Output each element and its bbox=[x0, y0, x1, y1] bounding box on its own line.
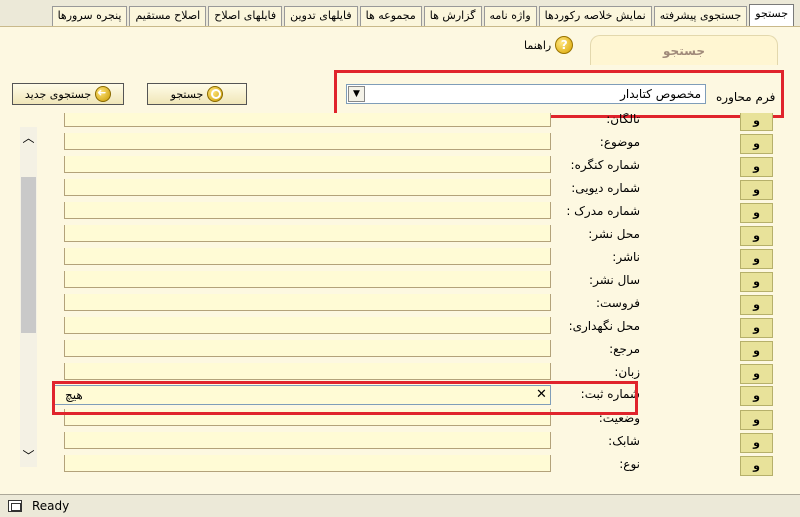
field-row: شماره کنگره: و bbox=[0, 156, 800, 179]
field-label: محل نشر: bbox=[588, 227, 640, 241]
field-input[interactable] bbox=[64, 271, 551, 288]
operator-button[interactable]: و bbox=[740, 456, 773, 476]
field-row: شابک: و bbox=[0, 432, 800, 455]
status-text: Ready bbox=[32, 499, 70, 513]
tab-compile-files[interactable]: فایلهای تدوین bbox=[284, 6, 358, 26]
clear-icon[interactable]: ✕ bbox=[536, 387, 547, 402]
field-input[interactable] bbox=[64, 248, 551, 265]
field-label: سال نشر: bbox=[589, 273, 640, 287]
field-row: شماره دیویی: و bbox=[0, 179, 800, 202]
field-row: محل نگهداری: و bbox=[0, 317, 800, 340]
help-icon: ? bbox=[555, 36, 574, 54]
field-label: شابک: bbox=[608, 434, 640, 448]
search-fields: تالگان: و موضوع: و شماره کنگره: و شماره … bbox=[0, 113, 800, 494]
field-label: تالگان: bbox=[606, 113, 640, 126]
tab-edit-files[interactable]: فایلهای اصلاح bbox=[208, 6, 283, 26]
window-icon bbox=[8, 500, 22, 512]
operator-button[interactable]: و bbox=[740, 386, 773, 406]
field-row: زبان: و bbox=[0, 363, 800, 386]
field-label: موضوع: bbox=[599, 135, 640, 149]
operator-button[interactable]: و bbox=[740, 180, 773, 200]
field-row: ناشر: و bbox=[0, 248, 800, 271]
field-label: شماره ثبت: bbox=[580, 387, 640, 401]
field-row: فروست: و bbox=[0, 294, 800, 317]
field-row: شماره مدرک : و bbox=[0, 202, 800, 225]
field-label: نوع: bbox=[619, 457, 640, 471]
inner-tab-search[interactable]: جستجو bbox=[590, 35, 778, 65]
arrow-icon bbox=[95, 86, 112, 102]
new-search-button-label: جستجوی جدید bbox=[24, 87, 92, 101]
field-input[interactable] bbox=[64, 225, 551, 242]
field-label: وضعیت: bbox=[598, 411, 640, 425]
tab-collections[interactable]: مجموعه ها bbox=[359, 6, 422, 26]
chevron-down-icon[interactable]: ▼ bbox=[348, 86, 365, 102]
field-row-registration-number: هیچ ✕ شماره ثبت: و bbox=[0, 385, 800, 408]
field-label: ناشر: bbox=[612, 250, 640, 264]
tab-search[interactable]: جستجو bbox=[749, 4, 794, 26]
status-bar: Ready bbox=[0, 494, 800, 517]
field-row: تالگان: و bbox=[0, 113, 800, 133]
tab-advanced-search[interactable]: جستجوی پیشرفته bbox=[653, 6, 748, 26]
tab-reports[interactable]: گزارش ها bbox=[423, 6, 482, 26]
field-label: شماره مدرک : bbox=[566, 204, 640, 218]
tab-glossary[interactable]: واژه نامه bbox=[483, 6, 537, 26]
field-label: شماره کنگره: bbox=[570, 158, 640, 172]
tab-servers-window[interactable]: پنجره سرورها bbox=[51, 6, 128, 26]
operator-button[interactable]: و bbox=[740, 318, 773, 338]
search-panel: جستجو ? راهنما جستجو جستجوی جدید فرم محا… bbox=[0, 27, 800, 494]
form-select-label: فرم محاوره bbox=[716, 90, 776, 104]
field-value: هیچ bbox=[65, 388, 83, 402]
field-label: شماره دیویی: bbox=[571, 181, 640, 195]
operator-button[interactable]: و bbox=[740, 433, 773, 453]
new-search-button[interactable]: جستجوی جدید bbox=[12, 83, 124, 105]
operator-button[interactable]: و bbox=[740, 410, 773, 430]
field-label: مرجع: bbox=[609, 342, 640, 356]
field-input[interactable] bbox=[64, 113, 551, 127]
operator-button[interactable]: و bbox=[740, 341, 773, 361]
registration-number-input[interactable]: هیچ ✕ bbox=[54, 385, 551, 405]
field-row: مرجع: و bbox=[0, 340, 800, 363]
operator-button[interactable]: و bbox=[740, 157, 773, 177]
field-input[interactable] bbox=[64, 340, 551, 357]
field-row: محل نشر: و bbox=[0, 225, 800, 248]
help-label: راهنما bbox=[524, 38, 552, 52]
field-input[interactable] bbox=[64, 294, 551, 311]
field-input[interactable] bbox=[64, 317, 551, 334]
field-row: سال نشر: و bbox=[0, 271, 800, 294]
operator-button[interactable]: و bbox=[740, 364, 773, 384]
field-input[interactable] bbox=[64, 363, 551, 380]
operator-button[interactable]: و bbox=[740, 249, 773, 269]
help-link[interactable]: ? راهنما bbox=[524, 36, 574, 54]
search-button-label: جستجو bbox=[170, 87, 204, 101]
magnifier-icon bbox=[207, 86, 224, 102]
field-input[interactable] bbox=[64, 156, 551, 173]
search-button[interactable]: جستجو bbox=[147, 83, 247, 105]
field-input[interactable] bbox=[64, 133, 551, 150]
field-row: موضوع: و bbox=[0, 133, 800, 156]
operator-button[interactable]: و bbox=[740, 203, 773, 223]
field-input[interactable] bbox=[64, 202, 551, 219]
operator-button[interactable]: و bbox=[740, 134, 773, 154]
form-select[interactable]: مخصوص کتابدار ▼ bbox=[346, 84, 706, 104]
field-label: زبان: bbox=[614, 365, 640, 379]
field-row: نوع: و bbox=[0, 455, 800, 478]
operator-button[interactable]: و bbox=[740, 113, 773, 131]
tab-direct-edit[interactable]: اصلاح مستقیم bbox=[129, 6, 207, 26]
field-input[interactable] bbox=[64, 455, 551, 472]
operator-button[interactable]: و bbox=[740, 272, 773, 292]
field-label: فروست: bbox=[595, 296, 640, 310]
operator-button[interactable]: و bbox=[740, 226, 773, 246]
operator-button[interactable]: و bbox=[740, 295, 773, 315]
field-row: وضعیت: و bbox=[0, 409, 800, 432]
field-label: محل نگهداری: bbox=[568, 319, 640, 333]
field-input[interactable] bbox=[64, 179, 551, 196]
form-select-value: مخصوص کتابدار bbox=[620, 87, 701, 101]
tab-bar: جستجو جستجوی پیشرفته نمایش خلاصه رکوردها… bbox=[0, 0, 800, 27]
field-input[interactable] bbox=[64, 432, 551, 449]
field-input[interactable] bbox=[64, 409, 551, 426]
tab-record-summary[interactable]: نمایش خلاصه رکوردها bbox=[538, 6, 652, 26]
tab-list: جستجو جستجوی پیشرفته نمایش خلاصه رکوردها… bbox=[51, 4, 794, 26]
